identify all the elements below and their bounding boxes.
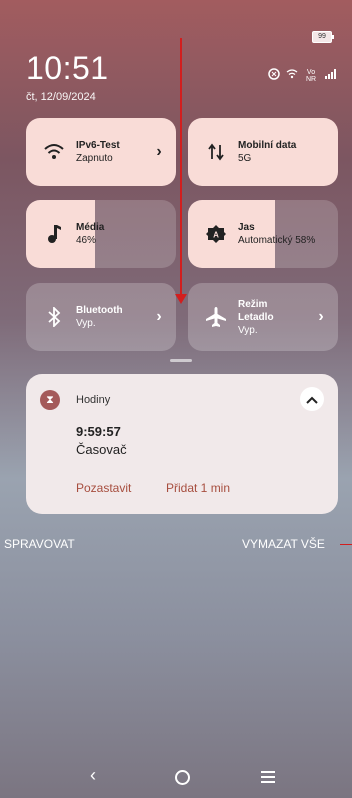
- volte-icon: Vo NR: [305, 68, 317, 83]
- mobile-data-title: Mobilní data: [238, 140, 297, 151]
- clock-notification[interactable]: ⧗ Hodiny 9:59:57 Časovač Pozastavit Přid…: [26, 374, 338, 514]
- collapse-chevron-icon[interactable]: [300, 387, 324, 411]
- chevron-right-icon[interactable]: ›: [152, 143, 166, 161]
- add-minute-button[interactable]: Přidat 1 min: [166, 481, 230, 495]
- drag-handle[interactable]: [170, 359, 192, 362]
- home-icon[interactable]: [175, 770, 190, 785]
- navigation-bar: ‹: [0, 762, 352, 798]
- bluetooth-status: Vyp.: [76, 318, 96, 329]
- signal-icon: [324, 69, 336, 82]
- battery-level: 99: [318, 33, 326, 40]
- wifi-icon: [286, 69, 298, 82]
- media-title: Média: [76, 222, 105, 233]
- brightness-slider[interactable]: A Jas Automatický 58%: [188, 200, 338, 268]
- brightness-value: Automatický 58%: [238, 235, 316, 246]
- clear-all-button[interactable]: VYMAZAT VŠE: [242, 537, 325, 551]
- date: čt, 12/09/2024: [26, 91, 96, 103]
- timer-remaining: 9:59:57: [76, 424, 121, 439]
- wifi-tile[interactable]: IPv6-Test Zapnuto ›: [26, 118, 176, 186]
- mobile-data-tile[interactable]: Mobilní data 5G: [188, 118, 338, 186]
- media-volume-slider[interactable]: Média 46%: [26, 200, 176, 268]
- wifi-tile-status: Zapnuto: [76, 153, 113, 164]
- music-note-icon: [42, 222, 66, 246]
- airplane-icon: [204, 305, 228, 329]
- nfc-icon: [268, 68, 280, 83]
- recents-icon[interactable]: [261, 771, 275, 783]
- annotation-arrow-head: [175, 294, 187, 304]
- media-value: 46%: [76, 235, 97, 246]
- annotation-arrow-line: [180, 38, 182, 300]
- bluetooth-title: Bluetooth: [76, 305, 123, 316]
- svg-text:A: A: [213, 231, 219, 240]
- timer-label: Časovač: [76, 442, 127, 457]
- mobile-data-icon: [204, 140, 228, 164]
- chevron-right-icon[interactable]: ›: [314, 308, 328, 326]
- annotation-marker: [340, 544, 352, 545]
- bluetooth-icon: [42, 305, 66, 329]
- airplane-title-2: Letadlo: [238, 311, 274, 323]
- brightness-title: Jas: [238, 222, 255, 233]
- battery-icon: 99: [312, 31, 334, 43]
- mobile-data-status: 5G: [238, 153, 252, 164]
- notification-app-name: Hodiny: [76, 394, 111, 406]
- wifi-tile-title: IPv6-Test: [76, 140, 120, 151]
- hourglass-icon: ⧗: [40, 390, 60, 410]
- chevron-right-icon[interactable]: ›: [152, 308, 166, 326]
- wifi-icon: [42, 140, 66, 164]
- bluetooth-tile[interactable]: Bluetooth Vyp. ›: [26, 283, 176, 351]
- pause-button[interactable]: Pozastavit: [76, 481, 131, 495]
- airplane-title-1: Režim: [238, 298, 268, 310]
- airplane-status: Vyp.: [238, 324, 258, 336]
- clock: 10:51: [26, 50, 109, 86]
- airplane-mode-tile[interactable]: Režim Letadlo Vyp. ›: [188, 283, 338, 351]
- status-icons: Vo NR: [268, 68, 336, 83]
- notification-shade: 99 10:51 čt, 12/09/2024 Vo NR IPv6-Test Z…: [0, 0, 352, 798]
- back-icon[interactable]: ‹: [90, 765, 96, 786]
- manage-button[interactable]: SPRAVOVAT: [4, 537, 75, 551]
- brightness-auto-icon: A: [204, 222, 228, 246]
